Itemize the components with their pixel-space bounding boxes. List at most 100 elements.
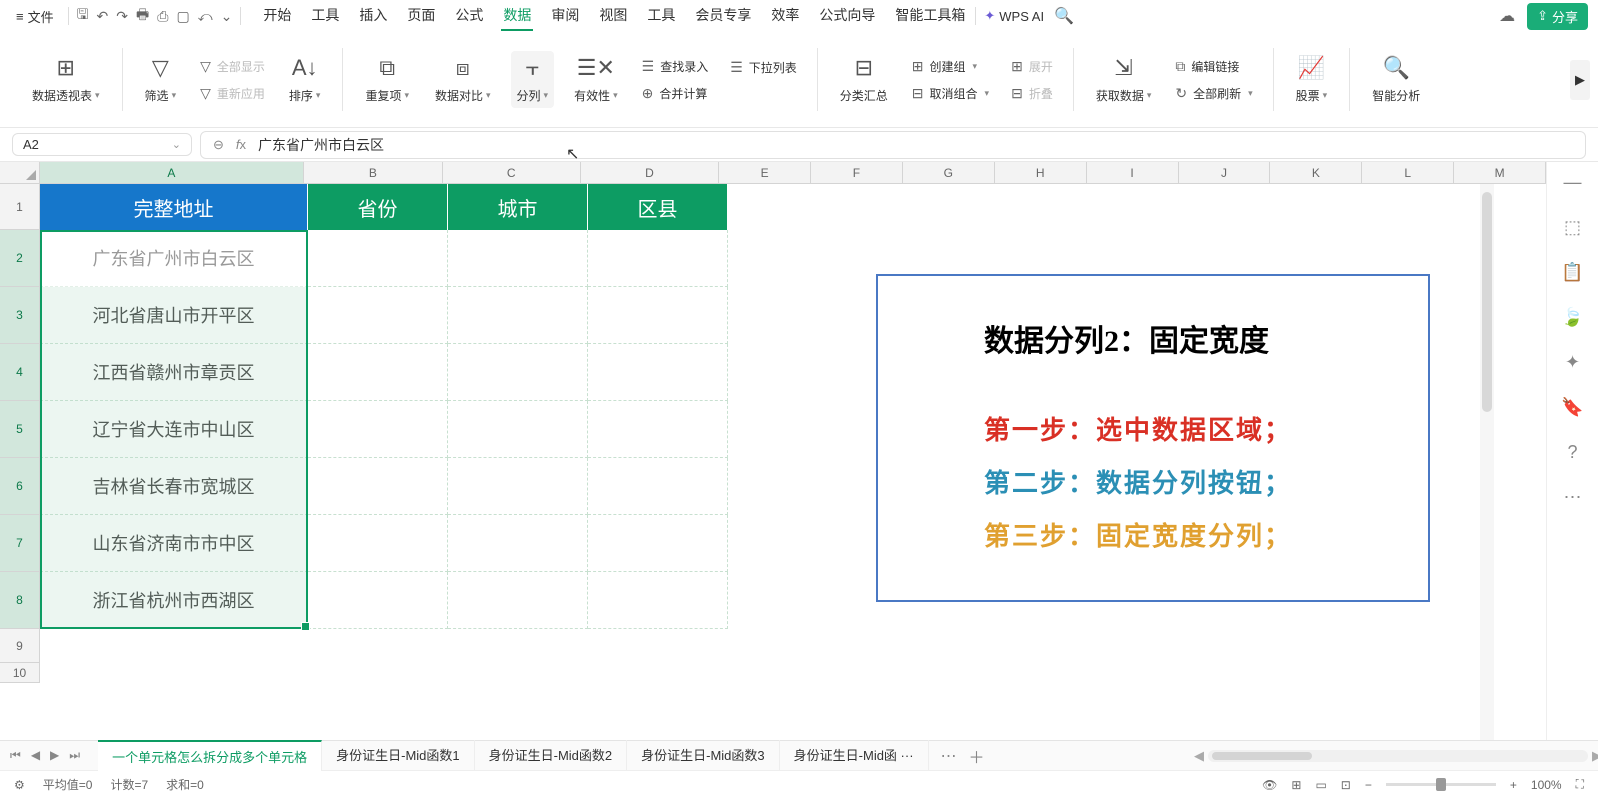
data-compare-button[interactable]: ⧈ 数据对比▾: [429, 51, 497, 108]
cell-a2[interactable]: 广东省广州市白云区: [40, 230, 308, 287]
row-header-2[interactable]: 2: [0, 230, 39, 287]
cell-b5[interactable]: [308, 401, 448, 458]
sheet-tab-1[interactable]: 身份证生日-Mid函数1: [322, 740, 475, 771]
edit-link-button[interactable]: ⧉编辑链接: [1171, 56, 1256, 77]
tab-efficiency[interactable]: 效率: [769, 1, 801, 31]
create-group-button[interactable]: ⊞创建组▾: [908, 56, 993, 77]
row-header-1[interactable]: 1: [0, 184, 39, 230]
row-header-9[interactable]: 9: [0, 629, 39, 663]
cell-a7[interactable]: 山东省济南市市中区: [40, 515, 308, 572]
select-all-corner[interactable]: [0, 162, 40, 183]
cell-b4[interactable]: [308, 344, 448, 401]
cell-d1[interactable]: 区县: [588, 184, 728, 230]
cloud-icon[interactable]: ☁: [1499, 6, 1515, 26]
cell-c8[interactable]: [448, 572, 588, 629]
col-header-c[interactable]: C: [443, 162, 581, 183]
cell-b1[interactable]: 省份: [308, 184, 448, 230]
tab-insert[interactable]: 插入: [357, 1, 389, 31]
bookmark-icon[interactable]: 🔖: [1561, 397, 1583, 418]
cell-c5[interactable]: [448, 401, 588, 458]
cell-a3[interactable]: 河北省唐山市开平区: [40, 287, 308, 344]
hscroll-thumb[interactable]: [1212, 752, 1312, 760]
row-header-3[interactable]: 3: [0, 287, 39, 344]
more-icon[interactable]: ⋯: [1564, 487, 1582, 508]
cell-b3[interactable]: [308, 287, 448, 344]
row-header-4[interactable]: 4: [0, 344, 39, 401]
pivot-table-button[interactable]: ⊞ 数据透视表▾: [26, 51, 106, 108]
qat-icon-5[interactable]: ▢: [176, 8, 189, 25]
instruction-textbox[interactable]: 数据分列2：固定宽度 第一步：选中数据区域； 第二步：数据分列按钮； 第三步：固…: [876, 274, 1430, 602]
col-header-h[interactable]: H: [995, 162, 1087, 183]
row-header-10[interactable]: 10: [0, 663, 39, 683]
tab-formula[interactable]: 公式: [453, 1, 485, 31]
sheet-tab-active[interactable]: 一个单元格怎么拆分成多个单元格: [98, 740, 322, 771]
tab-start[interactable]: 开始: [261, 1, 293, 31]
get-data-button[interactable]: ⇲ 获取数据▾: [1090, 51, 1158, 108]
row-header-8[interactable]: 8: [0, 572, 39, 629]
tab-view[interactable]: 视图: [597, 1, 629, 31]
stocks-button[interactable]: 📈 股票▾: [1290, 51, 1334, 108]
view-eye-icon[interactable]: 👁: [1262, 778, 1277, 792]
fx-icon[interactable]: fx: [236, 137, 246, 152]
row-header-7[interactable]: 7: [0, 515, 39, 572]
zoom-value[interactable]: 100%: [1531, 778, 1562, 792]
sheet-tab-3[interactable]: 身份证生日-Mid函数3: [627, 740, 780, 771]
find-entry-button[interactable]: ☰查找录入: [638, 56, 713, 77]
qat-more-icon[interactable]: ⤺: [198, 8, 213, 25]
tab-tools2[interactable]: 工具: [645, 1, 677, 31]
cell-a4[interactable]: 江西省赣州市章贡区: [40, 344, 308, 401]
cell-a8[interactable]: 浙江省杭州市西湖区: [40, 572, 308, 629]
hscroll-right-icon[interactable]: ▶: [1592, 748, 1598, 764]
cell-b7[interactable]: [308, 515, 448, 572]
col-header-a[interactable]: A: [40, 162, 305, 183]
formula-bar[interactable]: 广东省广州市白云区: [258, 135, 384, 155]
cell-grid[interactable]: 完整地址 省份 城市 区县 广东省广州市白云区 河北省唐山市开平区 江西省赣州市…: [40, 184, 1546, 683]
ribbon-expand-button[interactable]: ▶: [1570, 60, 1590, 100]
clipboard-icon[interactable]: 📋: [1561, 262, 1583, 283]
sheet-first-icon[interactable]: ⏮: [10, 748, 21, 763]
sheet-tab-4[interactable]: 身份证生日-Mid函 ···: [780, 740, 929, 771]
col-header-d[interactable]: D: [581, 162, 719, 183]
cell-a1[interactable]: 完整地址: [40, 184, 308, 230]
sheet-tab-2[interactable]: 身份证生日-Mid函数2: [475, 740, 628, 771]
zoom-slider[interactable]: [1386, 783, 1496, 786]
share-button[interactable]: ⇪ 分享: [1527, 3, 1588, 30]
col-header-f[interactable]: F: [811, 162, 903, 183]
col-header-l[interactable]: L: [1362, 162, 1454, 183]
hscroll-left-icon[interactable]: ◀: [1194, 748, 1204, 764]
col-header-k[interactable]: K: [1270, 162, 1362, 183]
filter-button[interactable]: ▽ 筛选▾: [139, 51, 183, 108]
sheet-last-icon[interactable]: ⏭: [69, 748, 80, 763]
tab-smart-toolbox[interactable]: 智能工具箱: [893, 1, 967, 31]
col-header-j[interactable]: J: [1179, 162, 1271, 183]
help-icon[interactable]: ?: [1567, 442, 1577, 463]
view-page-icon[interactable]: ▭: [1315, 778, 1326, 792]
zoom-out-icon[interactable]: −: [1365, 778, 1372, 792]
cell-c1[interactable]: 城市: [448, 184, 588, 230]
cell-c4[interactable]: [448, 344, 588, 401]
tab-data[interactable]: 数据: [501, 1, 533, 31]
print-icon[interactable]: 🖶: [136, 4, 149, 28]
validation-button[interactable]: ☰✕ 有效性▾: [568, 51, 624, 108]
smart-analyze-button[interactable]: 🔍 智能分析: [1366, 51, 1426, 108]
zoom-thumb[interactable]: [1436, 778, 1446, 791]
subtotal-button[interactable]: ⊟ 分类汇总: [834, 51, 894, 108]
view-normal-icon[interactable]: ⊞: [1291, 778, 1301, 792]
cell-c3[interactable]: [448, 287, 588, 344]
qat-dropdown-icon[interactable]: ⌄: [221, 8, 233, 25]
text-to-columns-button[interactable]: ⫟ 分列▾: [511, 51, 555, 108]
tab-page[interactable]: 页面: [405, 1, 437, 31]
col-header-m[interactable]: M: [1454, 162, 1546, 183]
ungroup-button[interactable]: ⊟取消组合▾: [908, 83, 993, 104]
sheet-prev-icon[interactable]: ◀: [31, 748, 40, 763]
name-box[interactable]: A2 ⌄: [12, 133, 192, 156]
tab-formula-guide[interactable]: 公式向导: [817, 1, 877, 31]
cell-d3[interactable]: [588, 287, 728, 344]
tab-tools1[interactable]: 工具: [309, 1, 341, 31]
reading-icon[interactable]: 🍃: [1561, 307, 1583, 328]
zoom-in-icon[interactable]: +: [1510, 778, 1517, 792]
minus-icon[interactable]: —: [1564, 172, 1582, 193]
wps-ai-button[interactable]: ✦ WPS AI: [984, 8, 1044, 24]
settings-icon[interactable]: ⚙: [14, 778, 25, 792]
cell-b8[interactable]: [308, 572, 448, 629]
